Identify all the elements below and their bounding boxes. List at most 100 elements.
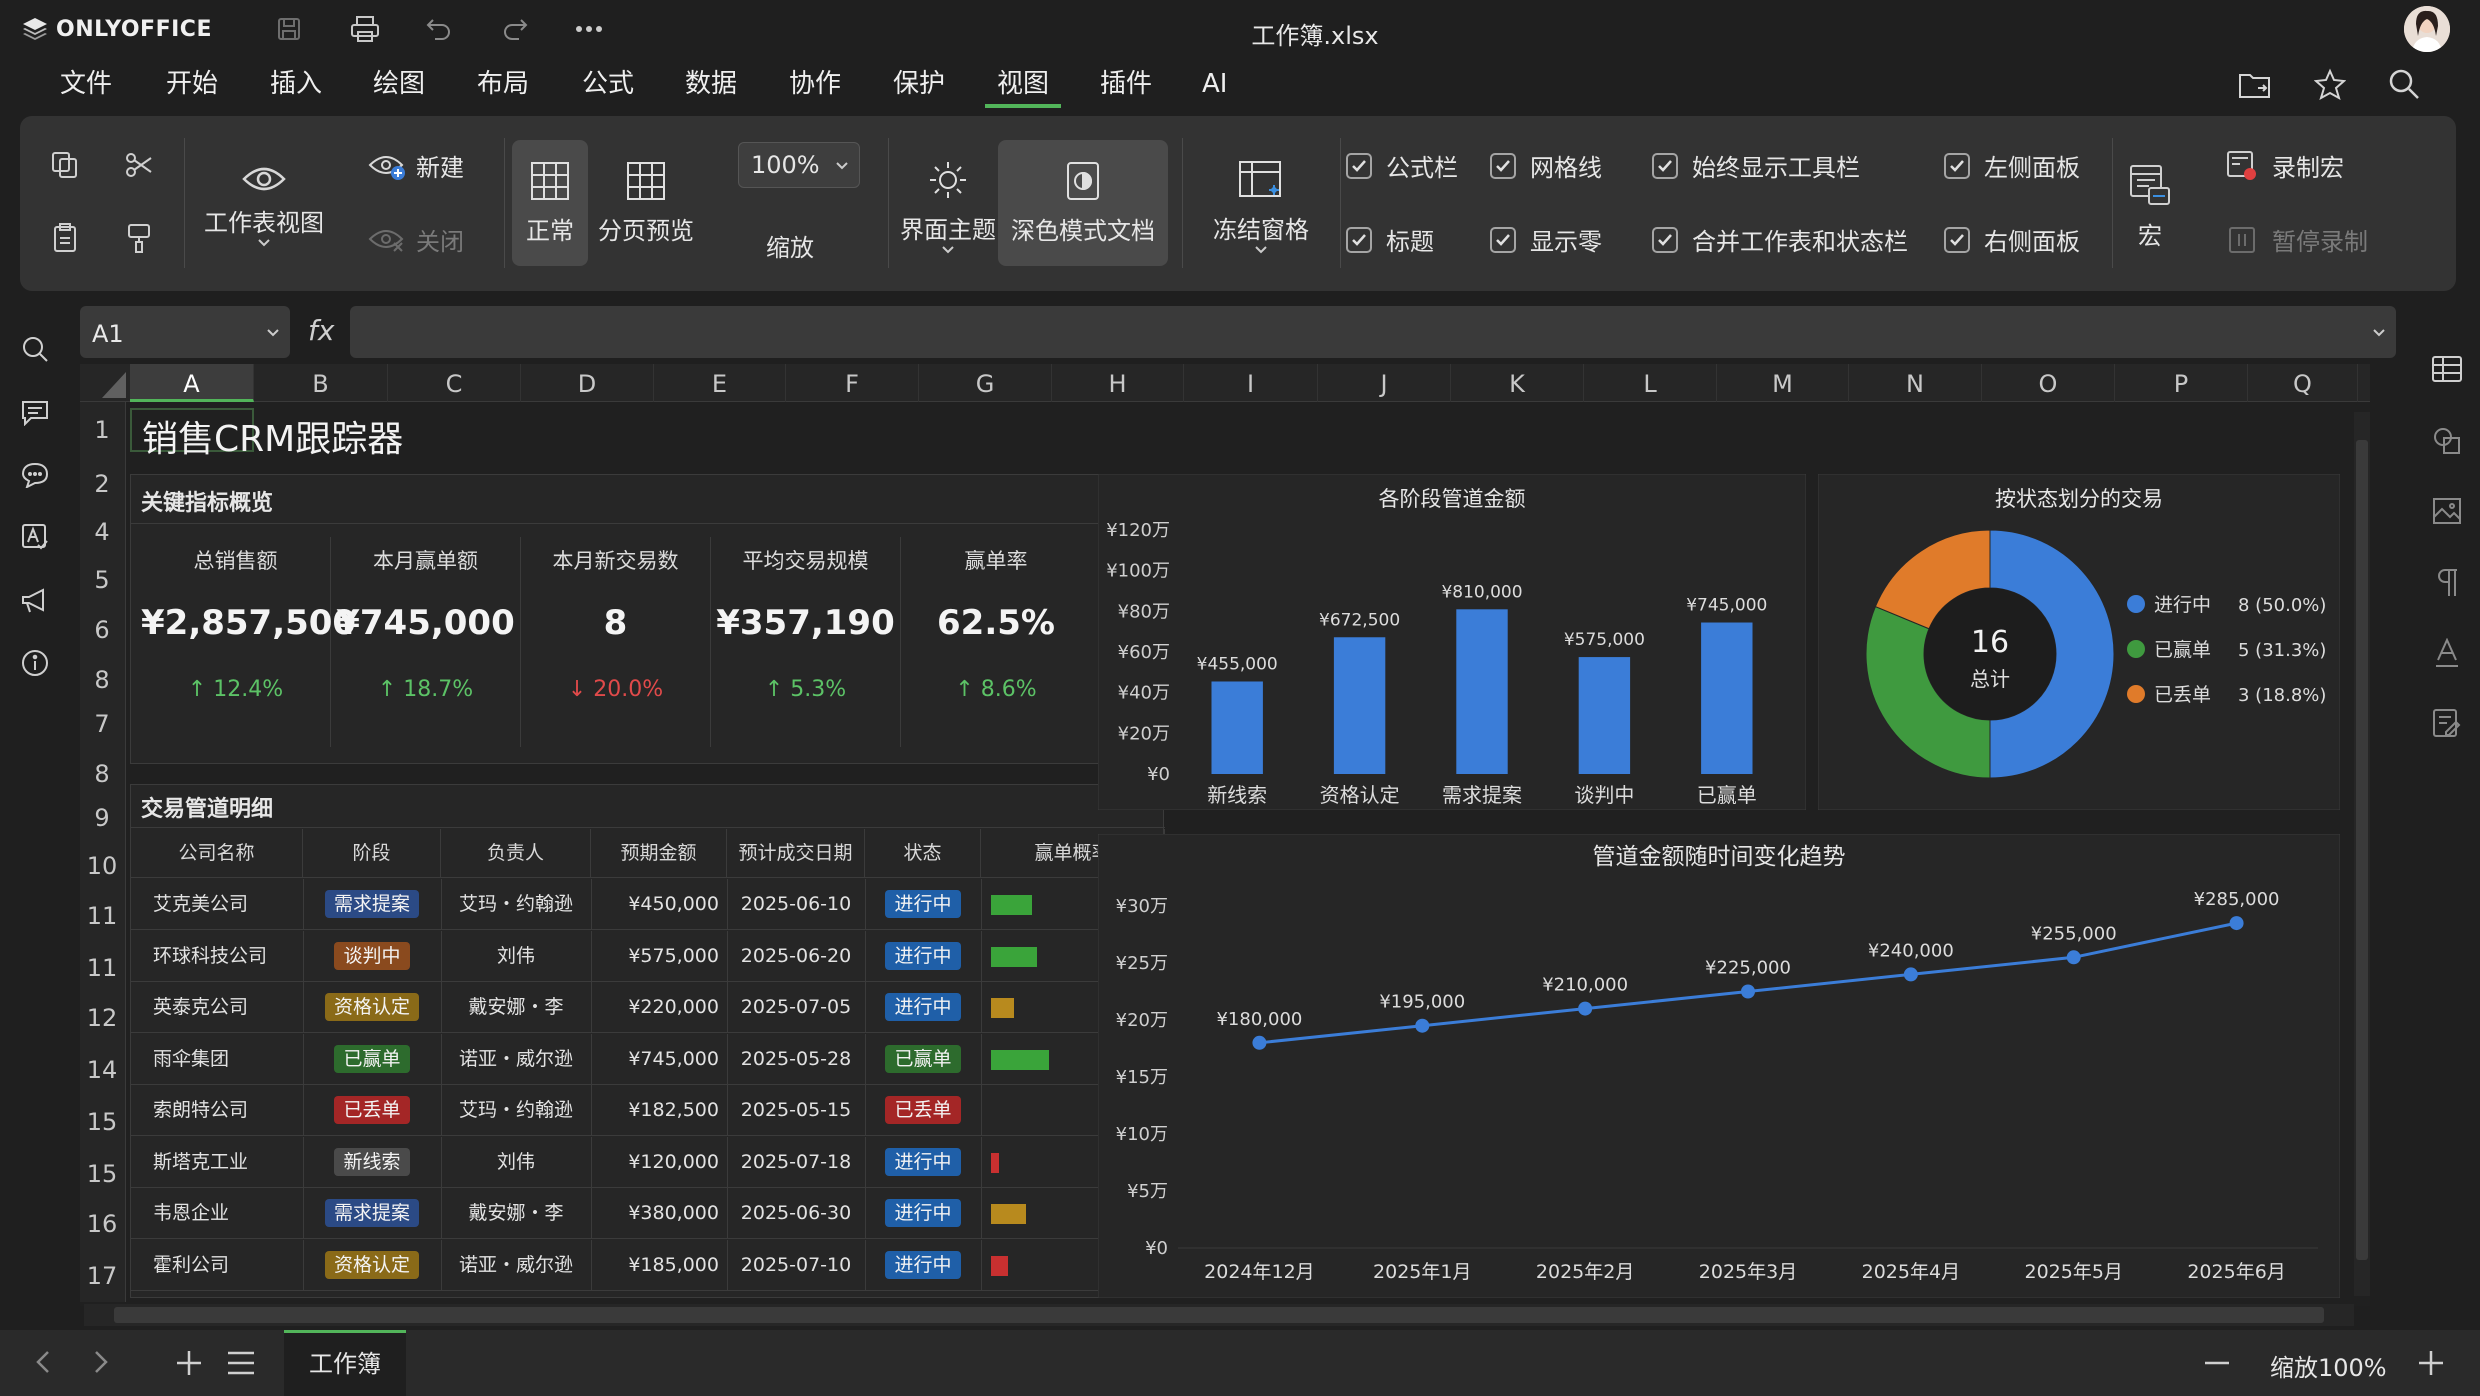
undo-icon[interactable] [418, 10, 460, 48]
dark-mode-document-button[interactable]: 深色模式文档 [998, 140, 1168, 266]
row-header[interactable]: 17 [80, 1254, 124, 1298]
feedback-icon[interactable] [18, 584, 52, 618]
scroll-thumb[interactable] [2356, 440, 2368, 1260]
table-row[interactable]: 艾克美公司需求提案艾玛・约翰逊¥450,0002025-06-10进行中70% [131, 879, 1165, 930]
table-row[interactable]: 韦恩企业需求提案戴安娜・李¥380,0002025-06-30进行中60% [131, 1188, 1165, 1239]
pipeline-trend-line-chart[interactable]: 管道金额随时间变化趋势 ¥0 ¥5万 ¥10万 ¥15万 ¥20万 ¥25万 ¥30万 ¥180… [1098, 834, 2340, 1298]
row-header[interactable]: 12 [80, 996, 124, 1040]
text-art-icon[interactable] [2430, 636, 2464, 670]
signature-settings-icon[interactable] [2430, 706, 2464, 740]
more-icon[interactable] [568, 10, 610, 48]
menu-draw[interactable]: 绘图 [373, 64, 425, 108]
column-header[interactable]: K [1451, 364, 1584, 402]
format-painter-icon[interactable] [124, 222, 154, 258]
zoom-out-icon[interactable] [2202, 1348, 2232, 1382]
row-header[interactable]: 15 [80, 1152, 124, 1196]
cell-settings-icon[interactable] [2430, 352, 2464, 386]
select-all-icon[interactable] [102, 372, 126, 398]
column-header[interactable]: N [1849, 364, 1982, 402]
formula-input[interactable] [350, 306, 2396, 358]
checkbox-right-panel[interactable]: 右侧面板 [1944, 222, 2080, 257]
row-header[interactable]: 11 [80, 946, 124, 990]
row-header[interactable]: 8 [80, 752, 124, 796]
save-icon[interactable] [268, 10, 310, 48]
menu-file[interactable]: 文件 [60, 64, 112, 108]
menu-protect[interactable]: 保护 [893, 64, 945, 108]
row-header[interactable]: 6 [80, 608, 124, 652]
menu-collaborate[interactable]: 协作 [789, 64, 841, 108]
column-header[interactable]: G [919, 364, 1052, 402]
row-header[interactable]: 9 [80, 796, 124, 840]
column-header[interactable]: O [1982, 364, 2115, 402]
checkbox-show-zeros[interactable]: 显示零 [1490, 222, 1602, 257]
column-header[interactable]: M [1717, 364, 1849, 402]
stage-bar-chart[interactable]: 各阶段管道金额 ¥0 ¥20万 ¥40万 ¥60万 ¥80万 ¥100万 ¥120万 ¥455,… [1098, 474, 1806, 810]
freeze-panes-button[interactable]: 冻结窗格 [1196, 146, 1326, 268]
row-header[interactable]: 16 [80, 1202, 124, 1246]
column-header[interactable]: D [521, 364, 654, 402]
row-header[interactable]: 1 [80, 408, 124, 452]
menu-layout[interactable]: 布局 [477, 64, 529, 108]
sheet-view-button[interactable]: 工作表视图 [198, 146, 330, 266]
add-sheet-icon[interactable] [174, 1348, 204, 1382]
table-row[interactable]: 英泰克公司资格认定戴安娜・李¥220,0002025-07-05进行中40% [131, 982, 1165, 1033]
row-header[interactable]: 15 [80, 1100, 124, 1144]
favorite-icon[interactable] [2313, 68, 2347, 104]
function-icon[interactable]: fx [308, 314, 334, 347]
pause-recording-button[interactable]: 暂停录制 [2228, 222, 2368, 257]
cut-icon[interactable] [124, 150, 154, 184]
paste-icon[interactable] [50, 222, 80, 258]
menu-data[interactable]: 数据 [685, 64, 737, 108]
column-header[interactable]: B [254, 364, 388, 402]
column-header[interactable]: P [2115, 364, 2248, 402]
checkbox-gridlines[interactable]: 网格线 [1490, 148, 1602, 183]
row-header[interactable]: 8 [80, 658, 124, 702]
row-header[interactable]: 7 [80, 702, 124, 746]
column-header[interactable]: H [1052, 364, 1184, 402]
menu-insert[interactable]: 插入 [270, 64, 322, 108]
row-header[interactable]: 5 [80, 558, 124, 602]
search-icon[interactable] [2388, 68, 2420, 104]
vertical-scrollbar[interactable] [2354, 412, 2370, 1296]
column-header[interactable]: E [654, 364, 786, 402]
checkbox-headings[interactable]: 标题 [1346, 222, 1434, 257]
table-row[interactable]: 雨伞集团已赢单诺亚・威尔逊¥745,0002025-05-28已赢单100% [131, 1033, 1165, 1085]
table-row[interactable]: 霍利公司资格认定诺亚・威尔逊¥185,0002025-07-10进行中30% [131, 1239, 1165, 1291]
open-folder-icon[interactable] [2238, 70, 2272, 104]
interface-theme-button[interactable]: 界面主题 [884, 146, 1012, 268]
prev-sheet-icon[interactable] [34, 1348, 52, 1380]
info-icon[interactable] [18, 646, 52, 680]
column-header[interactable]: L [1584, 364, 1717, 402]
menu-ai[interactable]: AI [1202, 64, 1227, 108]
avatar[interactable] [2404, 6, 2450, 52]
macros-button[interactable]: 宏 [2120, 148, 2180, 266]
record-macro-button[interactable]: 录制宏 [2226, 148, 2344, 183]
table-row[interactable]: 索朗特公司已丢单艾玛・约翰逊¥182,5002025-05-15已丢单0% [131, 1085, 1165, 1136]
checkbox-combine-sheet-status[interactable]: 合并工作表和状态栏 [1652, 222, 1908, 257]
chat-icon[interactable] [18, 458, 52, 492]
menu-view[interactable]: 视图 [985, 64, 1062, 108]
checkbox-left-panel[interactable]: 左侧面板 [1944, 148, 2080, 183]
next-sheet-icon[interactable] [92, 1348, 110, 1380]
search-icon[interactable] [18, 332, 52, 366]
redo-icon[interactable] [494, 10, 536, 48]
paragraph-settings-icon[interactable] [2430, 566, 2464, 600]
name-box[interactable]: A1 [80, 306, 290, 358]
image-settings-icon[interactable] [2430, 494, 2464, 528]
menu-home[interactable]: 开始 [166, 64, 218, 108]
column-header[interactable]: Q [2248, 364, 2358, 402]
new-view-button[interactable]: 新建 [368, 148, 464, 183]
sheet-tab-workbook[interactable]: 工作簿 [284, 1330, 406, 1396]
column-header[interactable]: I [1184, 364, 1318, 402]
checkbox-always-show-toolbar[interactable]: 始终显示工具栏 [1652, 148, 1860, 183]
sheet-list-icon[interactable] [226, 1350, 256, 1380]
row-header[interactable]: 4 [80, 510, 124, 554]
zoom-in-icon[interactable] [2416, 1348, 2446, 1382]
column-header[interactable]: A [130, 364, 254, 402]
print-icon[interactable] [344, 10, 386, 48]
row-header[interactable]: 2 [80, 462, 124, 506]
checkbox-formula-bar[interactable]: 公式栏 [1346, 148, 1458, 183]
copy-icon[interactable] [50, 150, 80, 184]
row-header[interactable]: 11 [80, 894, 124, 938]
status-donut-chart[interactable]: 按状态划分的交易 16 总计 进行中 8 (50.0%) 已赢单 5 (31.3%) 已丢单 3… [1818, 474, 2340, 810]
